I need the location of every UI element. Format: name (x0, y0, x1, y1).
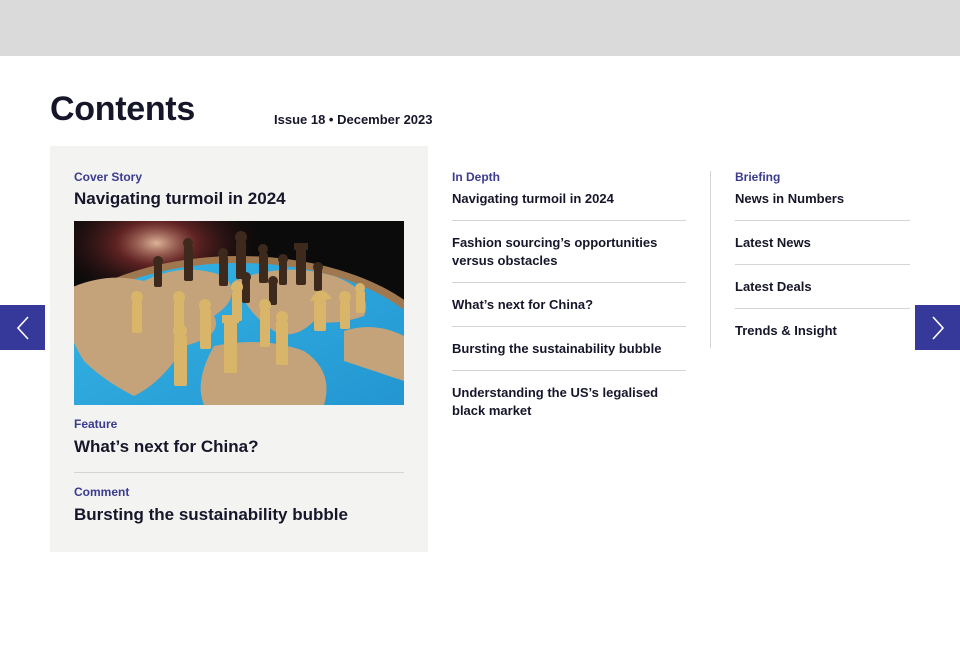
in-depth-separator (452, 220, 686, 221)
briefing-link[interactable]: Latest News (735, 234, 910, 252)
cover-story-title[interactable]: Navigating turmoil in 2024 (74, 189, 404, 209)
feature-title[interactable]: What’s next for China? (74, 437, 404, 457)
chess-globe-illustration (74, 221, 404, 405)
briefing-link[interactable]: News in Numbers (735, 190, 910, 208)
briefing-link[interactable]: Trends & Insight (735, 322, 910, 340)
in-depth-link[interactable]: Fashion sourcing’s opportunities versus … (452, 234, 686, 270)
briefing-heading: Briefing (735, 170, 781, 184)
feature-separator (74, 472, 404, 473)
prev-button[interactable] (0, 305, 45, 350)
feature-category: Feature (74, 417, 118, 431)
briefing-separator (735, 220, 910, 221)
briefing-link[interactable]: Latest Deals (735, 278, 910, 296)
cover-story-image[interactable] (74, 221, 404, 405)
next-button[interactable] (915, 305, 960, 350)
comment-category: Comment (74, 485, 130, 499)
comment-item: Comment Bursting the sustainability bubb… (74, 485, 404, 525)
chevron-left-icon (16, 315, 29, 340)
in-depth-heading: In Depth (452, 170, 500, 184)
comment-title[interactable]: Bursting the sustainability bubble (74, 505, 404, 525)
cover-story-category: Cover Story (74, 170, 143, 184)
page-title: Contents (50, 90, 195, 128)
in-depth-column: In Depth Navigating turmoil in 2024 Fash… (452, 170, 686, 420)
in-depth-link[interactable]: What’s next for China? (452, 296, 686, 314)
chevron-right-icon (931, 315, 944, 340)
briefing-column: Briefing News in Numbers Latest News Lat… (735, 170, 910, 340)
briefing-separator (735, 264, 910, 265)
column-divider (710, 171, 711, 348)
issue-label: Issue 18 • December 2023 (274, 112, 433, 127)
in-depth-separator (452, 282, 686, 283)
in-depth-link[interactable]: Navigating turmoil in 2024 (452, 190, 686, 208)
feature-item: Feature What’s next for China? (74, 417, 404, 457)
in-depth-separator (452, 326, 686, 327)
in-depth-link[interactable]: Understanding the US’s legalised black m… (452, 384, 686, 420)
briefing-separator (735, 308, 910, 309)
top-bar (0, 0, 960, 56)
in-depth-separator (452, 370, 686, 371)
cover-story: Cover Story Navigating turmoil in 2024 (74, 170, 404, 209)
in-depth-link[interactable]: Bursting the sustainability bubble (452, 340, 686, 358)
feature-panel: Cover Story Navigating turmoil in 2024 F… (50, 146, 428, 552)
